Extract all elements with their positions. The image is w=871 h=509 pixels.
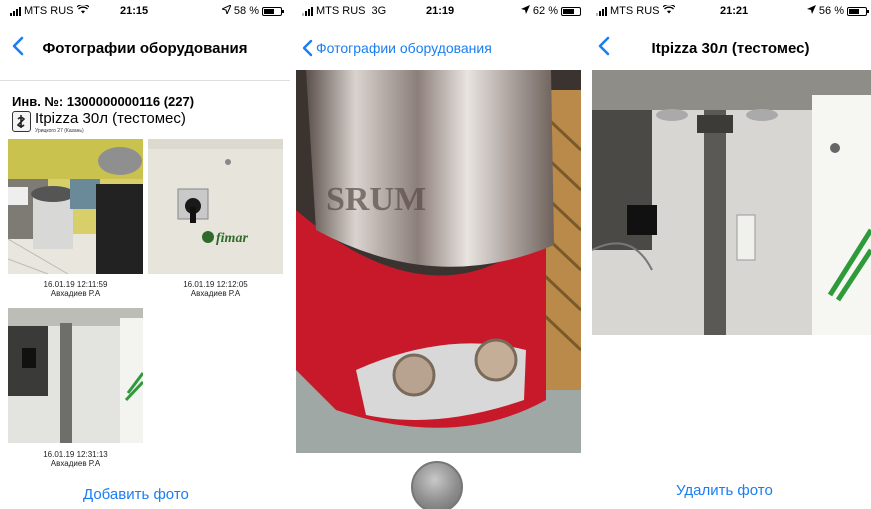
screen-photo-view: MTS RUS 3G 21:19 62 % Фотографии оборудо… [296,0,581,509]
signal-icon [596,6,607,16]
status-bar: MTS RUS 21:21 56 % [590,2,871,20]
nav-bar: Фотографии оборудования [0,34,290,64]
location-arrow-icon [520,5,530,17]
back-button[interactable]: Фотографии оборудования [302,36,492,60]
photo-date-3: 16.01.19 12:31:13 [43,450,108,459]
nav-divider [0,80,290,81]
photo-full-view[interactable] [592,70,871,335]
status-time: 21:21 [720,5,749,17]
nav-bar: Фотографии оборудования [296,34,581,64]
photo-thumbnail-1[interactable] [8,139,143,274]
signal-icon [302,6,313,16]
battery-fill [849,8,860,14]
delete-photo-button[interactable]: Удалить фото [676,482,773,499]
photo-author-2: Авхадиев Р.А [190,289,241,298]
equipment-icon [12,111,31,132]
wifi-icon [662,3,675,17]
battery-icon [561,6,581,16]
photo-author-3: Авхадиев Р.А [50,459,101,468]
battery-percent: 56 % [818,5,844,17]
nav-bar: Itpizza 30л (тестомес) [590,34,871,64]
capture-button[interactable] [411,461,463,509]
screen-photo-detail: MTS RUS 21:21 56 % Itpizza 30л (тестомес… [590,0,871,509]
battery-icon [847,6,869,16]
svg-text:SRUM: SRUM [326,181,426,218]
battery-icon [262,6,284,16]
battery-percent: 58 % [233,5,259,17]
photo-thumbnail-2[interactable]: fimar [148,139,283,274]
photo-date-1: 16.01.19 12:11:59 [43,280,108,289]
battery-fill [264,8,275,14]
photo-caption-1: 16.01.19 12:11:59 Авхадиев Р.А [8,280,143,298]
status-time: 21:15 [120,5,149,17]
photo-thumbnail-3[interactable] [8,308,143,443]
back-label: Фотографии оборудования [316,40,492,56]
network-label: 3G [371,5,387,17]
page-title: Itpizza 30л (тестомес) [651,40,810,57]
status-time: 21:19 [426,5,455,17]
equipment-address: Урицкого 27 (Казань) [35,128,84,134]
status-bar: MTS RUS 21:15 58 % [0,2,290,20]
battery-percent: 62 % [532,5,558,17]
carrier-label: MTS RUS [316,5,366,17]
back-chevron-icon [302,39,313,57]
signal-icon [10,6,21,16]
photo-date-2: 16.01.19 12:12:05 [183,280,248,289]
photo-author-1: Авхадиев Р.А [50,289,101,298]
equipment-name: Itpizza 30л (тестомес) [35,110,186,127]
carrier-label: MTS RUS [24,5,74,17]
photo-caption-3: 16.01.19 12:31:13 Авхадиев Р.А [8,450,143,468]
add-photo-button[interactable]: Добавить фото [83,486,189,503]
battery-fill [563,8,575,14]
screen-photo-list: MTS RUS 21:15 58 % Фотографии оборудован… [0,0,290,509]
photo-full-view[interactable]: SRUM [296,70,581,453]
wifi-icon [76,3,89,17]
page-title: Фотографии оборудования [42,40,248,57]
svg-text:fimar: fimar [216,231,248,246]
inventory-number: Инв. №: 1300000000116 (227) [12,94,195,109]
carrier-label: MTS RUS [610,5,660,17]
location-arrow-icon [806,5,816,17]
location-arrow-icon [220,4,232,17]
status-bar: MTS RUS 3G 21:19 62 % [296,2,581,20]
photo-caption-2: 16.01.19 12:12:05 Авхадиев Р.А [148,280,283,298]
